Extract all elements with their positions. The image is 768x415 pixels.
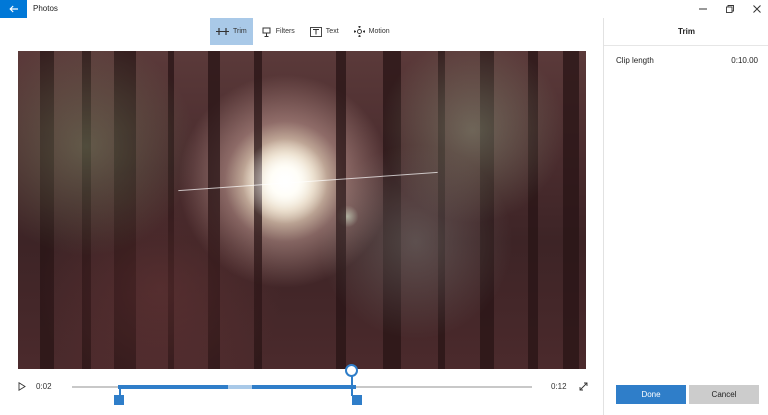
trim-start-handle[interactable]: [114, 395, 124, 405]
trim-panel: Trim Clip length 0:10.00 Done Cancel: [603, 18, 768, 415]
text-icon: [309, 26, 322, 37]
play-button[interactable]: [15, 380, 29, 394]
panel-title: Trim: [678, 27, 695, 36]
tab-motion-label: Motion: [368, 28, 390, 35]
filters-icon: [262, 27, 272, 37]
title-bar: Photos: [0, 0, 768, 18]
tab-text[interactable]: Text: [304, 18, 345, 45]
video-preview[interactable]: [18, 51, 586, 369]
playhead[interactable]: [345, 364, 358, 377]
current-time: 0:02: [36, 382, 52, 391]
trim-range-grip[interactable]: [228, 385, 252, 389]
tab-motion[interactable]: Motion: [348, 18, 396, 45]
end-time: 0:12: [551, 382, 567, 391]
trim-icon: [216, 27, 229, 36]
minimize-icon: [699, 0, 707, 18]
tab-text-label: Text: [325, 28, 339, 35]
back-button[interactable]: [0, 0, 27, 18]
trim-end-handle[interactable]: [352, 395, 362, 405]
close-icon: [753, 0, 761, 18]
tab-filters-label: Filters: [275, 28, 295, 35]
maximize-button[interactable]: [717, 0, 743, 18]
tab-trim-label: Trim: [233, 28, 247, 35]
clip-length-value: 0:10.00: [731, 56, 758, 65]
restore-icon: [726, 0, 734, 18]
edit-toolbar: Trim Filters Text Motion: [210, 18, 399, 45]
photos-app-window: Photos Trim Filters Text Motion 0:02 0:1…: [0, 0, 768, 415]
minimize-button[interactable]: [690, 0, 716, 18]
back-arrow-icon: [8, 0, 19, 18]
tab-filters[interactable]: Filters: [256, 18, 301, 45]
panel-divider: [604, 45, 768, 46]
cancel-button[interactable]: Cancel: [689, 385, 759, 404]
fullscreen-button[interactable]: [576, 380, 590, 394]
done-button[interactable]: Done: [616, 385, 686, 404]
clip-length-label: Clip length: [616, 56, 654, 65]
play-icon: [18, 378, 26, 396]
app-title: Photos: [33, 4, 58, 13]
close-button[interactable]: [744, 0, 768, 18]
sun-flare: [18, 51, 586, 369]
expand-icon: [579, 378, 588, 396]
tab-trim[interactable]: Trim: [210, 18, 253, 45]
motion-icon: [353, 26, 365, 37]
